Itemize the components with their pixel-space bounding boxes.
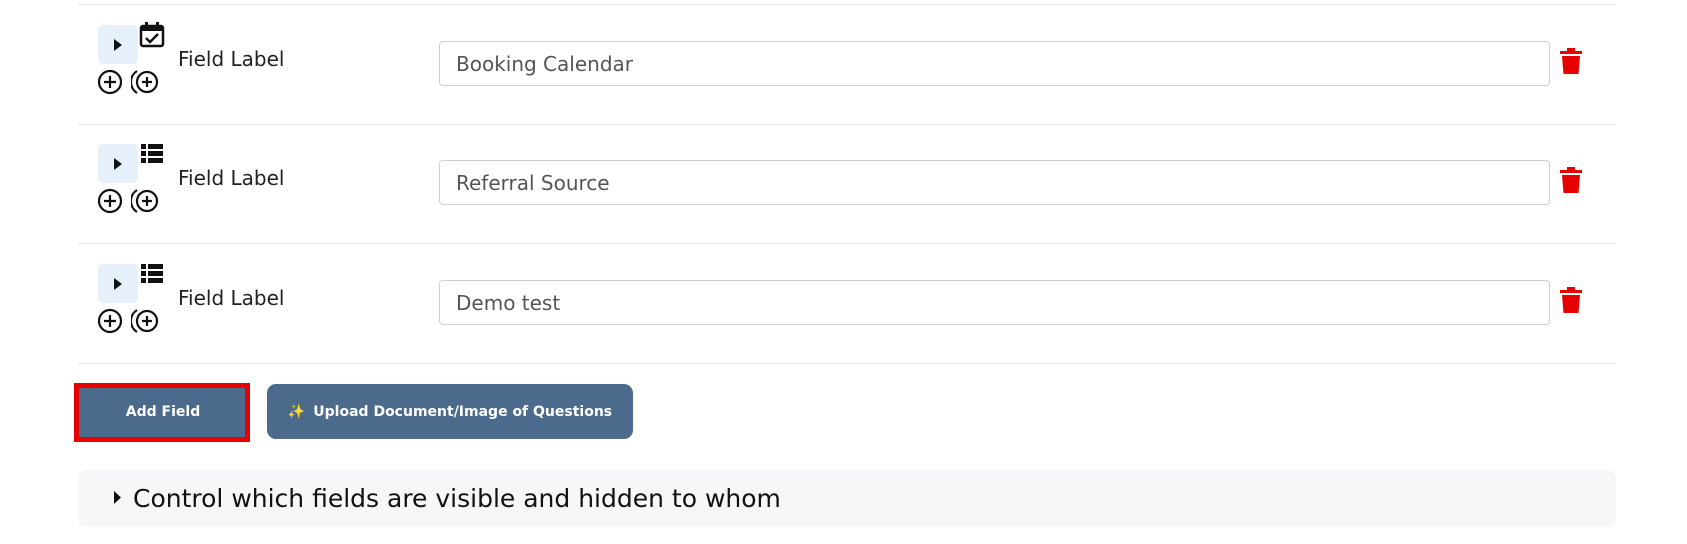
caret-right-icon (114, 277, 122, 290)
list-icon (141, 144, 163, 163)
add-conditional-field-icon[interactable] (131, 307, 159, 335)
field-label: Field Label (178, 166, 285, 190)
add-conditional-field-icon[interactable] (131, 187, 159, 215)
caret-right-icon (114, 491, 121, 504)
add-field-button[interactable]: Add Field (78, 384, 248, 439)
sparkle-icon: ✨ (287, 403, 306, 420)
field-label-input[interactable] (439, 280, 1550, 325)
field-label-input[interactable] (439, 160, 1550, 205)
upload-questions-button[interactable]: ✨ Upload Document/Image of Questions (267, 384, 633, 439)
visibility-control-toggle[interactable]: Control which fields are visible and hid… (78, 470, 1616, 527)
expand-toggle[interactable] (98, 264, 138, 303)
field-label: Field Label (178, 47, 285, 71)
trash-icon[interactable] (1560, 287, 1582, 313)
expand-toggle[interactable] (98, 25, 138, 64)
caret-right-icon (114, 157, 122, 170)
field-row: Field Label (78, 4, 1616, 125)
field-row: Field Label (78, 124, 1616, 244)
caret-right-icon (114, 38, 122, 51)
field-label: Field Label (178, 286, 285, 310)
trash-icon[interactable] (1560, 48, 1582, 74)
add-field-below-icon[interactable] (96, 187, 124, 215)
calendar-check-icon (139, 22, 165, 48)
visibility-control-label: Control which fields are visible and hid… (133, 484, 781, 513)
list-icon (141, 264, 163, 283)
upload-button-label: Upload Document/Image of Questions (313, 403, 613, 420)
field-label-input[interactable] (439, 41, 1550, 86)
add-field-below-icon[interactable] (96, 307, 124, 335)
field-row: Field Label (78, 244, 1616, 364)
add-field-below-icon[interactable] (96, 68, 124, 96)
expand-toggle[interactable] (98, 144, 138, 183)
add-conditional-field-icon[interactable] (131, 68, 159, 96)
trash-icon[interactable] (1560, 167, 1582, 193)
